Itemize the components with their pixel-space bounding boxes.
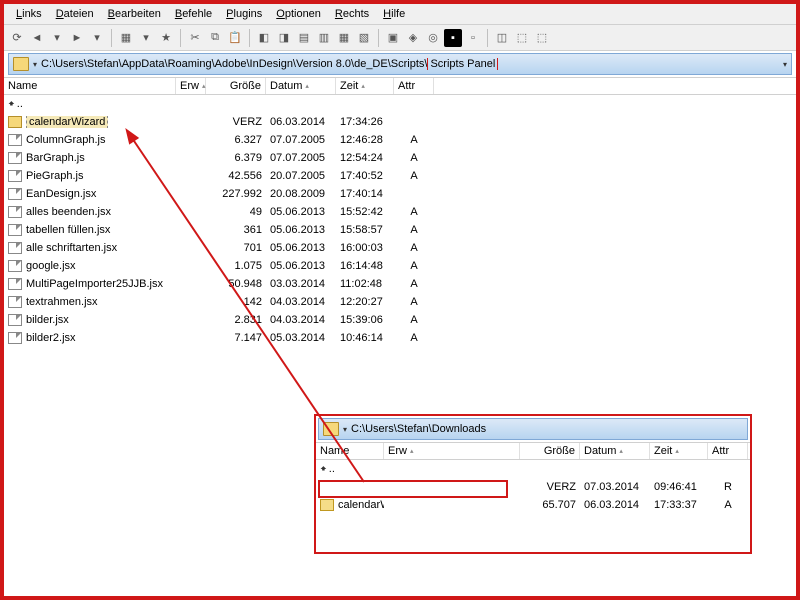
col-size[interactable]: Größe [520, 443, 580, 459]
folder-icon [8, 116, 22, 128]
menu-item[interactable]: Hilfe [377, 6, 411, 22]
parent-dir-row[interactable]: 🠹.. [4, 95, 796, 113]
file-icon [8, 206, 22, 218]
tb-icon-k[interactable]: ▫ [464, 29, 482, 47]
tb-icon-m[interactable]: ⬚ [513, 29, 531, 47]
file-row[interactable]: textrahmen.jsx14204.03.201412:20:27A [4, 293, 796, 311]
up-icon: 🠹 [320, 463, 327, 475]
file-row[interactable]: tabellen füllen.jsx36105.06.201315:58:57… [4, 221, 796, 239]
file-list: 🠹..calendarWizardVERZ06.03.201417:34:26C… [4, 95, 796, 347]
toolbar: ⟳ ◄ ▾ ► ▾ ▦ ▾ ★ ✂ ⧉ 📋 ◧ ◨ ▤ ▥ ▦ ▧ ▣ ◈ ◎ … [4, 25, 796, 51]
address-bar-2[interactable]: ▾ C:\Users\Stefan\Downloads [318, 418, 748, 440]
up-icon: 🠹 [8, 98, 15, 110]
copy-icon[interactable]: ⧉ [206, 29, 224, 47]
folder-icon [323, 422, 339, 436]
path-text: C:\Users\Stefan\AppData\Roaming\Adobe\In… [41, 58, 779, 70]
menu-item[interactable]: Rechts [329, 6, 375, 22]
file-icon [8, 296, 22, 308]
col-ext[interactable]: Erw▴ [176, 78, 206, 94]
star-icon[interactable]: ★ [157, 29, 175, 47]
menu-item[interactable]: Optionen [270, 6, 327, 22]
dropdown-icon[interactable]: ▾ [48, 29, 66, 47]
grid-icon[interactable]: ▦ [117, 29, 135, 47]
forward-icon[interactable]: ► [68, 29, 86, 47]
file-icon [8, 134, 22, 146]
tb-icon-n[interactable]: ⬚ [533, 29, 551, 47]
file-row[interactable]: bilder2.jsx7.14705.03.201410:46:14A [4, 329, 796, 347]
tb-icon-i[interactable]: ◎ [424, 29, 442, 47]
tb-icon-l[interactable]: ◫ [493, 29, 511, 47]
tb-icon-e[interactable]: ▦ [335, 29, 353, 47]
menu-item[interactable]: Plugins [220, 6, 268, 22]
tb-icon-d[interactable]: ▥ [315, 29, 333, 47]
col-attr[interactable]: Attr [708, 443, 748, 459]
zip-icon [320, 499, 334, 511]
paste-icon[interactable]: 📋 [226, 29, 244, 47]
menu-item[interactable]: Dateien [50, 6, 100, 22]
parent-dir-row[interactable]: 🠹.. [316, 460, 750, 478]
tb-icon-a[interactable]: ◧ [255, 29, 273, 47]
refresh-icon[interactable]: ⟳ [8, 29, 26, 47]
file-icon [8, 332, 22, 344]
col-size[interactable]: Größe [206, 78, 266, 94]
menu-bar: LinksDateienBearbeitenBefehlePluginsOpti… [4, 4, 796, 25]
menu-item[interactable]: Bearbeiten [102, 6, 167, 22]
drop3-icon[interactable]: ▾ [137, 29, 155, 47]
tb-icon-f[interactable]: ▧ [355, 29, 373, 47]
file-icon [8, 242, 22, 254]
file-icon [8, 188, 22, 200]
tb-icon-h[interactable]: ◈ [404, 29, 422, 47]
dropdown-icon[interactable]: ▾ [783, 60, 787, 69]
dropdown-icon[interactable]: ▾ [33, 60, 37, 69]
file-row[interactable]: VERZ07.03.201409:46:41R [316, 478, 750, 496]
col-attr[interactable]: Attr [394, 78, 434, 94]
file-row[interactable]: calendarWizardVERZ06.03.201417:34:26 [4, 113, 796, 131]
col-date[interactable]: Datum▴ [266, 78, 336, 94]
file-icon [8, 314, 22, 326]
file-row[interactable]: alle schriftarten.jsx70105.06.201316:00:… [4, 239, 796, 257]
file-row[interactable]: alles beenden.jsx4905.06.201315:52:42A [4, 203, 796, 221]
folder-icon [13, 57, 29, 71]
col-name[interactable]: Name [4, 78, 176, 94]
tb-icon-c[interactable]: ▤ [295, 29, 313, 47]
col-name[interactable]: Name [316, 443, 384, 459]
file-list-2: 🠹..VERZ07.03.201409:46:41RcalendarWizard… [316, 460, 750, 514]
secondary-panel: ▾ C:\Users\Stefan\Downloads Name Erw▴ Gr… [314, 414, 752, 554]
file-icon [8, 170, 22, 182]
col-ext[interactable]: Erw▴ [384, 443, 520, 459]
back-icon[interactable]: ◄ [28, 29, 46, 47]
file-icon [8, 260, 22, 272]
menu-item[interactable]: Befehle [169, 6, 218, 22]
file-row[interactable]: google.jsx1.07505.06.201316:14:48A [4, 257, 796, 275]
tb-icon-j[interactable]: ▪ [444, 29, 462, 47]
column-headers: Name Erw▴ Größe Datum▴ Zeit▴ Attr [4, 77, 796, 95]
file-row[interactable]: BarGraph.js6.37907.07.200512:54:24A [4, 149, 796, 167]
file-icon [8, 224, 22, 236]
file-row[interactable]: bilder.jsx2.83104.03.201415:39:06A [4, 311, 796, 329]
col-time[interactable]: Zeit▴ [650, 443, 708, 459]
path-text-2: C:\Users\Stefan\Downloads [351, 423, 743, 435]
dropdown-icon[interactable]: ▾ [343, 425, 347, 434]
dropdown2-icon[interactable]: ▾ [88, 29, 106, 47]
tb-icon-g[interactable]: ▣ [384, 29, 402, 47]
file-icon [8, 278, 22, 290]
file-row[interactable]: PieGraph.js42.55620.07.200517:40:52A [4, 167, 796, 185]
menu-item[interactable]: Links [10, 6, 48, 22]
file-icon [8, 152, 22, 164]
address-bar[interactable]: ▾ C:\Users\Stefan\AppData\Roaming\Adobe\… [8, 53, 792, 75]
file-row[interactable]: MultiPageImporter25JJB.jsx50.94803.03.20… [4, 275, 796, 293]
column-headers-2: Name Erw▴ Größe Datum▴ Zeit▴ Attr [316, 442, 750, 460]
col-time[interactable]: Zeit▴ [336, 78, 394, 94]
tb-icon-b[interactable]: ◨ [275, 29, 293, 47]
file-row[interactable]: EanDesign.jsx227.99220.08.200917:40:14 [4, 185, 796, 203]
col-date[interactable]: Datum▴ [580, 443, 650, 459]
file-row[interactable]: calendarWizard.3.14.31.zip65.70706.03.20… [316, 496, 750, 514]
file-row[interactable]: ColumnGraph.js6.32707.07.200512:46:28A [4, 131, 796, 149]
cut-icon[interactable]: ✂ [186, 29, 204, 47]
